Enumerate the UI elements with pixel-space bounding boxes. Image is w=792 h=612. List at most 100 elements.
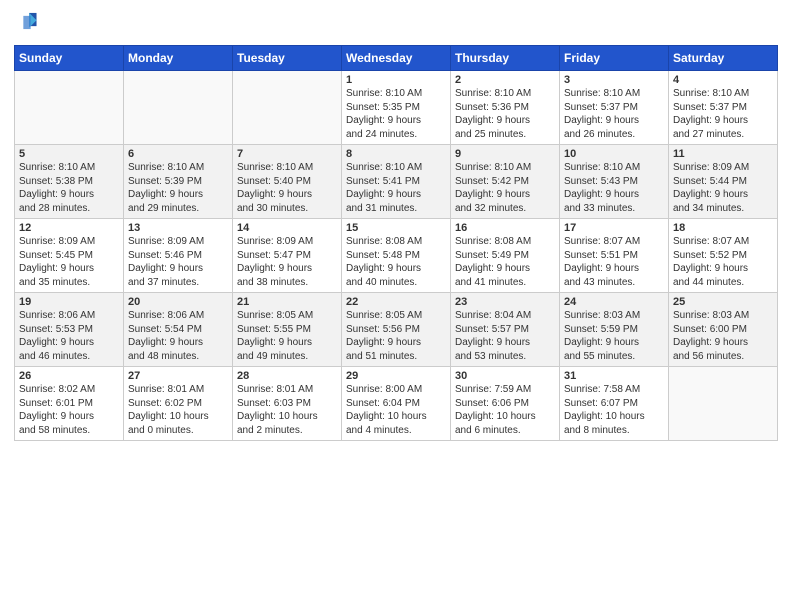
calendar-cell: 13Sunrise: 8:09 AM Sunset: 5:46 PM Dayli… bbox=[124, 219, 233, 293]
day-info: Sunrise: 8:09 AM Sunset: 5:44 PM Dayligh… bbox=[673, 161, 773, 215]
calendar-cell: 22Sunrise: 8:05 AM Sunset: 5:56 PM Dayli… bbox=[342, 293, 451, 367]
day-number: 5 bbox=[19, 148, 119, 160]
calendar-cell: 15Sunrise: 8:08 AM Sunset: 5:48 PM Dayli… bbox=[342, 219, 451, 293]
calendar-cell bbox=[124, 71, 233, 145]
day-info: Sunrise: 8:10 AM Sunset: 5:42 PM Dayligh… bbox=[455, 161, 555, 215]
calendar-cell: 14Sunrise: 8:09 AM Sunset: 5:47 PM Dayli… bbox=[233, 219, 342, 293]
calendar-cell: 24Sunrise: 8:03 AM Sunset: 5:59 PM Dayli… bbox=[560, 293, 669, 367]
day-number: 11 bbox=[673, 148, 773, 160]
day-number: 1 bbox=[346, 74, 446, 86]
day-number: 15 bbox=[346, 222, 446, 234]
day-number: 20 bbox=[128, 296, 228, 308]
day-number: 27 bbox=[128, 370, 228, 382]
calendar-cell: 7Sunrise: 8:10 AM Sunset: 5:40 PM Daylig… bbox=[233, 145, 342, 219]
day-info: Sunrise: 8:06 AM Sunset: 5:54 PM Dayligh… bbox=[128, 309, 228, 363]
day-info: Sunrise: 8:09 AM Sunset: 5:45 PM Dayligh… bbox=[19, 235, 119, 289]
header bbox=[14, 10, 778, 37]
calendar-cell: 21Sunrise: 8:05 AM Sunset: 5:55 PM Dayli… bbox=[233, 293, 342, 367]
day-info: Sunrise: 8:10 AM Sunset: 5:38 PM Dayligh… bbox=[19, 161, 119, 215]
calendar-cell: 5Sunrise: 8:10 AM Sunset: 5:38 PM Daylig… bbox=[15, 145, 124, 219]
calendar-cell bbox=[669, 367, 778, 441]
day-info: Sunrise: 7:59 AM Sunset: 6:06 PM Dayligh… bbox=[455, 383, 555, 437]
day-number: 16 bbox=[455, 222, 555, 234]
day-info: Sunrise: 8:10 AM Sunset: 5:40 PM Dayligh… bbox=[237, 161, 337, 215]
day-number: 26 bbox=[19, 370, 119, 382]
day-info: Sunrise: 8:10 AM Sunset: 5:39 PM Dayligh… bbox=[128, 161, 228, 215]
calendar-cell: 16Sunrise: 8:08 AM Sunset: 5:49 PM Dayli… bbox=[451, 219, 560, 293]
day-number: 21 bbox=[237, 296, 337, 308]
calendar-cell: 2Sunrise: 8:10 AM Sunset: 5:36 PM Daylig… bbox=[451, 71, 560, 145]
day-info: Sunrise: 8:03 AM Sunset: 5:59 PM Dayligh… bbox=[564, 309, 664, 363]
calendar-cell: 6Sunrise: 8:10 AM Sunset: 5:39 PM Daylig… bbox=[124, 145, 233, 219]
week-row-1: 1Sunrise: 8:10 AM Sunset: 5:35 PM Daylig… bbox=[15, 71, 778, 145]
calendar-cell: 31Sunrise: 7:58 AM Sunset: 6:07 PM Dayli… bbox=[560, 367, 669, 441]
calendar-cell: 10Sunrise: 8:10 AM Sunset: 5:43 PM Dayli… bbox=[560, 145, 669, 219]
day-info: Sunrise: 8:09 AM Sunset: 5:47 PM Dayligh… bbox=[237, 235, 337, 289]
day-number: 12 bbox=[19, 222, 119, 234]
day-info: Sunrise: 8:01 AM Sunset: 6:02 PM Dayligh… bbox=[128, 383, 228, 437]
day-number: 24 bbox=[564, 296, 664, 308]
day-info: Sunrise: 8:07 AM Sunset: 5:51 PM Dayligh… bbox=[564, 235, 664, 289]
day-number: 18 bbox=[673, 222, 773, 234]
day-number: 22 bbox=[346, 296, 446, 308]
day-info: Sunrise: 8:10 AM Sunset: 5:43 PM Dayligh… bbox=[564, 161, 664, 215]
day-info: Sunrise: 8:10 AM Sunset: 5:37 PM Dayligh… bbox=[673, 87, 773, 141]
day-info: Sunrise: 8:04 AM Sunset: 5:57 PM Dayligh… bbox=[455, 309, 555, 363]
calendar-cell: 28Sunrise: 8:01 AM Sunset: 6:03 PM Dayli… bbox=[233, 367, 342, 441]
calendar-cell: 1Sunrise: 8:10 AM Sunset: 5:35 PM Daylig… bbox=[342, 71, 451, 145]
weekday-header-row: SundayMondayTuesdayWednesdayThursdayFrid… bbox=[15, 46, 778, 71]
day-info: Sunrise: 8:09 AM Sunset: 5:46 PM Dayligh… bbox=[128, 235, 228, 289]
day-number: 9 bbox=[455, 148, 555, 160]
day-number: 17 bbox=[564, 222, 664, 234]
week-row-3: 12Sunrise: 8:09 AM Sunset: 5:45 PM Dayli… bbox=[15, 219, 778, 293]
logo bbox=[14, 10, 38, 37]
weekday-header-friday: Friday bbox=[560, 46, 669, 71]
calendar-cell: 29Sunrise: 8:00 AM Sunset: 6:04 PM Dayli… bbox=[342, 367, 451, 441]
calendar-cell: 30Sunrise: 7:59 AM Sunset: 6:06 PM Dayli… bbox=[451, 367, 560, 441]
day-info: Sunrise: 8:05 AM Sunset: 5:56 PM Dayligh… bbox=[346, 309, 446, 363]
day-number: 29 bbox=[346, 370, 446, 382]
day-number: 25 bbox=[673, 296, 773, 308]
day-info: Sunrise: 8:07 AM Sunset: 5:52 PM Dayligh… bbox=[673, 235, 773, 289]
day-info: Sunrise: 8:10 AM Sunset: 5:37 PM Dayligh… bbox=[564, 87, 664, 141]
calendar-cell: 3Sunrise: 8:10 AM Sunset: 5:37 PM Daylig… bbox=[560, 71, 669, 145]
calendar-cell: 18Sunrise: 8:07 AM Sunset: 5:52 PM Dayli… bbox=[669, 219, 778, 293]
weekday-header-sunday: Sunday bbox=[15, 46, 124, 71]
day-number: 4 bbox=[673, 74, 773, 86]
day-number: 3 bbox=[564, 74, 664, 86]
calendar-cell: 8Sunrise: 8:10 AM Sunset: 5:41 PM Daylig… bbox=[342, 145, 451, 219]
day-number: 10 bbox=[564, 148, 664, 160]
day-number: 14 bbox=[237, 222, 337, 234]
day-number: 31 bbox=[564, 370, 664, 382]
calendar-cell: 12Sunrise: 8:09 AM Sunset: 5:45 PM Dayli… bbox=[15, 219, 124, 293]
calendar-cell: 17Sunrise: 8:07 AM Sunset: 5:51 PM Dayli… bbox=[560, 219, 669, 293]
calendar-cell bbox=[233, 71, 342, 145]
day-info: Sunrise: 7:58 AM Sunset: 6:07 PM Dayligh… bbox=[564, 383, 664, 437]
weekday-header-tuesday: Tuesday bbox=[233, 46, 342, 71]
day-info: Sunrise: 8:05 AM Sunset: 5:55 PM Dayligh… bbox=[237, 309, 337, 363]
week-row-4: 19Sunrise: 8:06 AM Sunset: 5:53 PM Dayli… bbox=[15, 293, 778, 367]
logo-icon bbox=[16, 10, 38, 32]
day-number: 30 bbox=[455, 370, 555, 382]
day-info: Sunrise: 8:10 AM Sunset: 5:36 PM Dayligh… bbox=[455, 87, 555, 141]
day-info: Sunrise: 8:00 AM Sunset: 6:04 PM Dayligh… bbox=[346, 383, 446, 437]
day-info: Sunrise: 8:02 AM Sunset: 6:01 PM Dayligh… bbox=[19, 383, 119, 437]
calendar-cell: 26Sunrise: 8:02 AM Sunset: 6:01 PM Dayli… bbox=[15, 367, 124, 441]
calendar-cell bbox=[15, 71, 124, 145]
calendar-cell: 4Sunrise: 8:10 AM Sunset: 5:37 PM Daylig… bbox=[669, 71, 778, 145]
day-info: Sunrise: 8:01 AM Sunset: 6:03 PM Dayligh… bbox=[237, 383, 337, 437]
day-info: Sunrise: 8:08 AM Sunset: 5:49 PM Dayligh… bbox=[455, 235, 555, 289]
day-number: 6 bbox=[128, 148, 228, 160]
day-info: Sunrise: 8:03 AM Sunset: 6:00 PM Dayligh… bbox=[673, 309, 773, 363]
calendar-cell: 19Sunrise: 8:06 AM Sunset: 5:53 PM Dayli… bbox=[15, 293, 124, 367]
day-number: 7 bbox=[237, 148, 337, 160]
day-info: Sunrise: 8:10 AM Sunset: 5:41 PM Dayligh… bbox=[346, 161, 446, 215]
page: SundayMondayTuesdayWednesdayThursdayFrid… bbox=[0, 0, 792, 455]
calendar-cell: 23Sunrise: 8:04 AM Sunset: 5:57 PM Dayli… bbox=[451, 293, 560, 367]
day-info: Sunrise: 8:06 AM Sunset: 5:53 PM Dayligh… bbox=[19, 309, 119, 363]
calendar-cell: 27Sunrise: 8:01 AM Sunset: 6:02 PM Dayli… bbox=[124, 367, 233, 441]
day-number: 23 bbox=[455, 296, 555, 308]
day-number: 13 bbox=[128, 222, 228, 234]
day-info: Sunrise: 8:08 AM Sunset: 5:48 PM Dayligh… bbox=[346, 235, 446, 289]
day-number: 8 bbox=[346, 148, 446, 160]
